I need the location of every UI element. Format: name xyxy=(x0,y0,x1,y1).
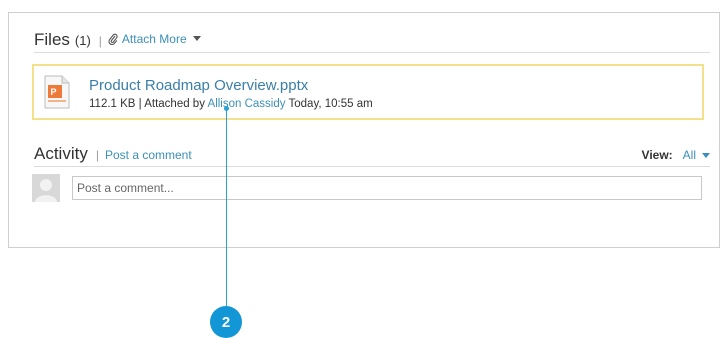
activity-header: Activity | Post a comment View: All xyxy=(34,144,710,167)
files-title: Files xyxy=(34,30,70,49)
paperclip-icon xyxy=(108,33,118,45)
file-size: 112.1 KB xyxy=(89,98,136,110)
file-timestamp: Today, 10:55 am xyxy=(288,98,373,110)
user-silhouette-icon xyxy=(35,179,57,202)
powerpoint-file-icon: P xyxy=(44,75,70,109)
comment-input[interactable] xyxy=(72,176,702,200)
files-header: Files (1) | Attach More xyxy=(34,30,710,53)
view-label: View: xyxy=(641,148,673,162)
file-name-link[interactable]: Product Roadmap Overview.pptx xyxy=(89,77,308,94)
attached-by-prefix: | Attached by xyxy=(138,98,205,110)
activity-separator: | xyxy=(95,148,99,162)
attach-more-button[interactable]: Attach More xyxy=(108,32,201,46)
files-separator: | xyxy=(98,34,102,48)
callout-anchor xyxy=(224,106,229,111)
chevron-down-icon xyxy=(192,35,201,41)
activity-title: Activity xyxy=(34,144,88,163)
view-filter[interactable]: View: All xyxy=(642,148,710,162)
callout-badge: 2 xyxy=(210,306,242,338)
avatar xyxy=(32,174,60,202)
files-count: (1) xyxy=(74,33,91,48)
view-filter-value[interactable]: All xyxy=(683,148,696,162)
attach-more-label: Attach More xyxy=(121,32,187,46)
attached-by-user-link[interactable]: Allison Cassidy xyxy=(208,98,286,110)
chevron-down-icon[interactable] xyxy=(702,153,710,158)
file-list-item[interactable]: P Product Roadmap Overview.pptx 112.1 KB… xyxy=(32,64,704,120)
post-comment-link[interactable]: Post a comment xyxy=(105,148,192,162)
callout-line xyxy=(226,108,227,306)
file-meta: 112.1 KB | Attached by Allison Cassidy T… xyxy=(89,98,373,110)
svg-text:P: P xyxy=(51,87,57,97)
